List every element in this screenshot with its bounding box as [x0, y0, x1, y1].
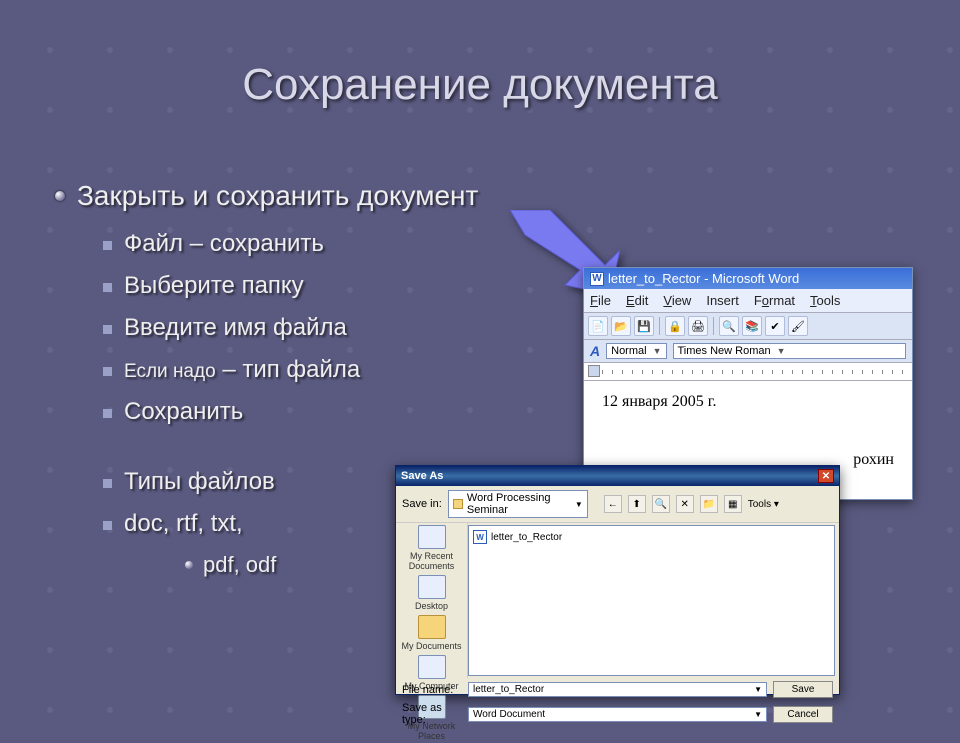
permission-icon[interactable]: 🔒	[665, 316, 685, 336]
format-painter-icon[interactable]: 🖌	[788, 316, 808, 336]
doc-date-line: 12 января 2005 г.	[602, 393, 894, 411]
open-icon[interactable]: 📂	[611, 316, 631, 336]
menu-file[interactable]: File	[590, 293, 611, 308]
bullet-square-icon	[103, 241, 112, 250]
menu-format[interactable]: Format	[754, 293, 795, 308]
place-label: Desktop	[415, 601, 448, 611]
slide-title: Сохранение документа	[0, 60, 960, 110]
chevron-down-icon: ▼	[575, 500, 583, 509]
chevron-down-icon: ▼	[777, 346, 786, 356]
menu-view[interactable]: View	[663, 293, 691, 308]
back-icon[interactable]: ←	[604, 495, 622, 513]
desktop-icon	[418, 575, 446, 599]
bullet-square-icon	[103, 409, 112, 418]
font-combo[interactable]: Times New Roman ▼	[673, 343, 907, 359]
chevron-down-icon: ▼	[653, 346, 662, 356]
ruler-indent-icon[interactable]	[588, 365, 600, 377]
save-button[interactable]: Save	[773, 681, 833, 698]
views-icon[interactable]: ▦	[724, 495, 742, 513]
bullet-square-icon	[103, 325, 112, 334]
bullet-smalldot-icon	[185, 561, 193, 569]
filename-input[interactable]: letter_to_Rector ▼	[468, 682, 767, 697]
place-label: My Recent Documents	[398, 551, 465, 571]
sub-text: Типы файлов	[124, 468, 275, 496]
list-item[interactable]: W letter_to_Rector	[473, 530, 830, 544]
new-folder-icon[interactable]: 📁	[700, 495, 718, 513]
bullet-level2: Если надо – тип файла	[103, 356, 478, 384]
bullet-square-icon	[103, 479, 112, 488]
place-mydocs[interactable]: My Documents	[396, 613, 467, 653]
bullet1-text: Закрыть и сохранить документ	[77, 180, 478, 212]
preview-icon[interactable]: 🔍	[719, 316, 739, 336]
styles-icon[interactable]: A	[590, 343, 600, 359]
delete-icon[interactable]: ✕	[676, 495, 694, 513]
sub-text: Введите имя файла	[124, 314, 347, 342]
close-icon[interactable]: ✕	[818, 469, 834, 483]
search-web-icon[interactable]: 🔍	[652, 495, 670, 513]
place-desktop[interactable]: Desktop	[396, 573, 467, 613]
place-label: My Documents	[401, 641, 461, 651]
style-combo[interactable]: Normal ▼	[606, 343, 666, 359]
folder-icon	[453, 499, 463, 509]
savetype-label: Save as type:	[402, 702, 462, 726]
word-titlebar: W letter_to_Rector - Microsoft Word	[584, 268, 912, 289]
savetype-combo[interactable]: Word Document ▼	[468, 707, 767, 722]
word-menubar: File Edit View Insert Format Tools	[584, 289, 912, 313]
sub-text: doc, rtf, txt,	[124, 510, 243, 538]
bullet-square-icon	[103, 283, 112, 292]
new-doc-icon[interactable]: 📄	[588, 316, 608, 336]
dialog-title-text: Save As	[401, 470, 443, 482]
tools-menu[interactable]: Tools ▾	[748, 499, 779, 510]
bullet-square-icon	[103, 521, 112, 530]
sub-text: Файл – сохранить	[124, 230, 324, 258]
sub-text: – тип файла	[216, 356, 361, 383]
word-ruler[interactable]	[584, 363, 912, 381]
word-title-text: letter_to_Rector - Microsoft Word	[608, 271, 799, 286]
savein-label: Save in:	[402, 498, 442, 510]
up-folder-icon[interactable]: ⬆	[628, 495, 646, 513]
sub-text: Выберите папку	[124, 272, 304, 300]
sub3-text: pdf, odf	[203, 552, 276, 578]
bullet-level2: Сохранить	[103, 398, 478, 426]
style-value: Normal	[611, 345, 646, 357]
sub-text-small: Если надо	[124, 361, 216, 382]
bullet-square-icon	[103, 367, 112, 376]
recent-docs-icon	[418, 525, 446, 549]
bullet-level1: Закрыть и сохранить документ	[55, 180, 478, 212]
file-list[interactable]: W letter_to_Rector	[468, 525, 835, 676]
research-icon[interactable]: 📚	[742, 316, 762, 336]
mycomputer-icon	[418, 655, 446, 679]
word-app-icon: W	[590, 272, 604, 286]
menu-tools[interactable]: Tools	[810, 293, 840, 308]
menu-edit[interactable]: Edit	[626, 293, 648, 308]
save-icon[interactable]: 💾	[634, 316, 654, 336]
bullet-level2: Выберите папку	[103, 272, 478, 300]
filename-value: letter_to_Rector	[473, 684, 544, 695]
print-icon[interactable]: 🖨	[688, 316, 708, 336]
filename-label: File name:	[402, 684, 462, 696]
bullet-level2: Файл – сохранить	[103, 230, 478, 258]
spellcheck-icon[interactable]: ✔	[765, 316, 785, 336]
savein-value: Word Processing Seminar	[467, 492, 571, 516]
menu-insert[interactable]: Insert	[706, 293, 739, 308]
font-value: Times New Roman	[678, 345, 771, 357]
sub-text: Сохранить	[124, 398, 243, 426]
word-doc-icon: W	[473, 530, 487, 544]
savein-combo[interactable]: Word Processing Seminar ▼	[448, 490, 588, 518]
savetype-value: Word Document	[473, 709, 545, 720]
save-as-dialog: Save As ✕ Save in: Word Processing Semin…	[395, 465, 840, 695]
word-toolbar: 📄 📂 💾 🔒 🖨 🔍 📚 ✔ 🖌	[584, 313, 912, 340]
word-format-toolbar: A Normal ▼ Times New Roman ▼	[584, 340, 912, 363]
mydocs-icon	[418, 615, 446, 639]
bullet-dot-icon	[55, 191, 65, 201]
file-name: letter_to_Rector	[491, 532, 562, 543]
places-bar: My Recent Documents Desktop My Documents…	[396, 523, 468, 678]
bullet-level2: Введите имя файла	[103, 314, 478, 342]
dialog-toolbar: Save in: Word Processing Seminar ▼ ← ⬆ 🔍…	[396, 486, 839, 523]
place-recent[interactable]: My Recent Documents	[396, 523, 467, 573]
dialog-titlebar: Save As ✕	[396, 466, 839, 486]
chevron-down-icon: ▼	[754, 685, 762, 694]
chevron-down-icon: ▼	[754, 710, 762, 719]
